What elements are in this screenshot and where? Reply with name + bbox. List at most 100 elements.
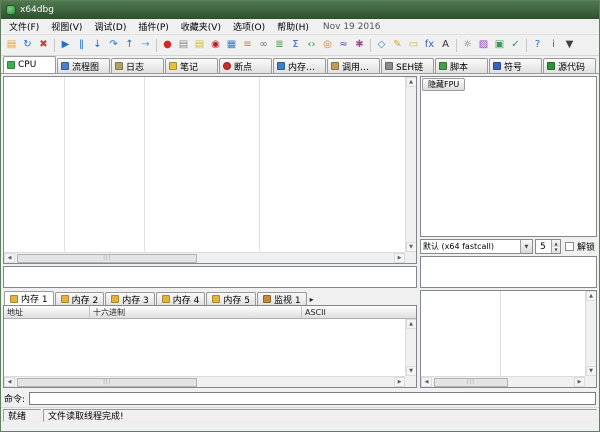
scroll-up-icon[interactable]: ▲ [586,291,597,301]
scrollbar-thumb[interactable]: ||| [434,378,508,387]
appearance-icon[interactable]: ▨ [476,37,491,53]
dump-horizontal-scrollbar[interactable]: ◀ ||| ▶ [4,376,405,387]
topmost-icon[interactable]: ▣ [492,37,507,53]
argument-count-stepper[interactable]: 5 ▲ ▼ [535,239,561,254]
scroll-down-icon[interactable]: ▼ [406,242,417,252]
dump-column-ascii[interactable]: ASCII [302,306,416,318]
dump-tab-memory-5[interactable]: 内存 5 [206,292,256,305]
run-to-return-icon[interactable]: ↑ [122,37,137,53]
menu-item-debug[interactable]: 调试(D) [88,19,132,34]
dump-column-address[interactable]: 地址 [4,306,90,318]
toolbar-overflow-icon[interactable]: ▼ [562,37,577,53]
symbols-window-icon[interactable]: Σ [288,37,303,53]
close-icon[interactable]: ✖ [36,37,51,53]
disassembly-horizontal-scrollbar[interactable]: ◀ ||| ▶ [4,252,405,263]
arguments-panel[interactable] [420,256,597,288]
combo-dropdown-icon[interactable]: ▼ [520,240,532,253]
seh-window-icon[interactable]: ∞ [256,37,271,53]
tab-script[interactable]: 脚本 [435,58,488,73]
call-stack-window-icon[interactable]: ≡ [240,37,255,53]
stack-vertical-scrollbar[interactable]: ▲ ▼ [585,291,596,376]
title-bar[interactable]: x64dbg [1,1,599,19]
info-box[interactable] [3,266,417,288]
scroll-right-icon[interactable]: ▶ [574,377,585,387]
dump-tabs-overflow-icon[interactable]: ▸ [308,295,316,305]
skip-next-icon[interactable]: → [138,37,153,53]
tab-memory-map[interactable]: 内存… [273,58,326,73]
scroll-right-icon[interactable]: ▶ [394,377,405,387]
disassembly-panel[interactable]: ▲ ▼ ◀ ||| ▶ [3,76,417,264]
tab-seh[interactable]: SEH链 [381,58,434,73]
disassembly-vertical-scrollbar[interactable]: ▲ ▼ [405,77,416,252]
unlock-checkbox[interactable] [565,242,574,251]
tab-source[interactable]: 源代码 [543,58,596,73]
menu-item-help[interactable]: 帮助(H) [271,19,315,34]
source-window-icon[interactable]: ‹› [304,37,319,53]
breakpoints-window-icon[interactable]: ◉ [208,37,223,53]
tab-label: SEH链 [396,60,423,73]
tab-log[interactable]: 日志 [111,58,164,73]
scrollbar-thumb[interactable]: ||| [17,254,197,263]
stepper-down-icon[interactable]: ▼ [551,247,560,254]
dump-column-hex[interactable]: 十六进制 [90,306,302,318]
about-icon[interactable]: i [546,37,561,53]
dump-tab-memory-2[interactable]: 内存 2 [55,292,105,305]
scroll-left-icon[interactable]: ◀ [4,253,15,263]
build-date: Nov 19 2016 [323,22,381,32]
tab-symbols[interactable]: 符号 [489,58,542,73]
step-into-icon[interactable]: ↓ [90,37,105,53]
menu-item-favourites[interactable]: 收藏夹(V) [175,19,227,34]
open-file-icon[interactable]: ▤ [4,37,19,53]
scroll-up-icon[interactable]: ▲ [406,77,417,87]
registers-panel[interactable]: 隐藏FPU [420,76,597,237]
menu-item-options[interactable]: 选项(O) [227,19,271,34]
stack-horizontal-scrollbar[interactable]: ◀ ||| ▶ [421,376,585,387]
check-updates-icon[interactable]: ✓ [508,37,523,53]
notes-window-icon[interactable]: ▤ [192,37,207,53]
hide-fpu-button[interactable]: 隐藏FPU [422,78,465,91]
dump-tab-memory-4[interactable]: 内存 4 [156,292,206,305]
tab-call-stack[interactable]: 调用… [327,58,380,73]
calculator-icon[interactable]: fx [422,37,437,53]
scroll-up-icon[interactable]: ▲ [406,319,417,329]
help-icon[interactable]: ? [530,37,545,53]
threads-window-icon[interactable]: ≈ [336,37,351,53]
dump-tab-memory-1[interactable]: 内存 1 [4,291,54,305]
dump-tab-memory-3[interactable]: 内存 3 [105,292,155,305]
scroll-down-icon[interactable]: ▼ [586,366,597,376]
assemble-icon[interactable]: A [438,37,453,53]
tab-breakpoints[interactable]: 断点 [219,58,272,73]
comment-icon[interactable]: ▭ [406,37,421,53]
dump-tab-watch-1[interactable]: 监视 1 [257,292,307,305]
step-over-icon[interactable]: ↷ [106,37,121,53]
stack-panel[interactable]: ▲ ▼ ◀ ||| ▶ [420,290,597,388]
tab-graph[interactable]: 流程图 [57,58,110,73]
handles-window-icon[interactable]: ✱ [352,37,367,53]
patch-icon[interactable]: ✎ [390,37,405,53]
scroll-down-icon[interactable]: ▼ [406,366,417,376]
menu-item-plugins[interactable]: 插件(P) [132,19,174,34]
restart-icon[interactable]: ↻ [20,37,35,53]
script-window-icon[interactable]: ≣ [272,37,287,53]
log-window-icon[interactable]: ▤ [176,37,191,53]
run-icon[interactable]: ▶ [58,37,73,53]
graph-view-icon[interactable]: ◇ [374,37,389,53]
calling-convention-select[interactable]: 默认 (x64 fastcall) ▼ [420,239,533,254]
pause-icon[interactable]: ‖ [74,37,89,53]
memory-map-window-icon[interactable]: ▦ [224,37,239,53]
scroll-right-icon[interactable]: ▶ [394,253,405,263]
tab-notes[interactable]: 笔记 [165,58,218,73]
dump-vertical-scrollbar[interactable]: ▲ ▼ [405,319,416,376]
scroll-left-icon[interactable]: ◀ [4,377,15,387]
memory-2-icon [61,295,69,303]
references-window-icon[interactable]: ◎ [320,37,335,53]
scroll-left-icon[interactable]: ◀ [421,377,432,387]
scrollbar-thumb[interactable]: ||| [17,378,197,387]
tab-cpu[interactable]: CPU [3,56,56,73]
settings-icon[interactable]: ☼ [460,37,475,53]
menu-item-view[interactable]: 视图(V) [45,19,88,34]
dump-panel[interactable]: 地址十六进制ASCII ▲ ▼ ◀ ||| ▶ [3,305,417,388]
trace-record-icon[interactable]: ● [160,37,175,53]
menu-item-file[interactable]: 文件(F) [3,19,45,34]
command-input[interactable] [29,392,596,405]
